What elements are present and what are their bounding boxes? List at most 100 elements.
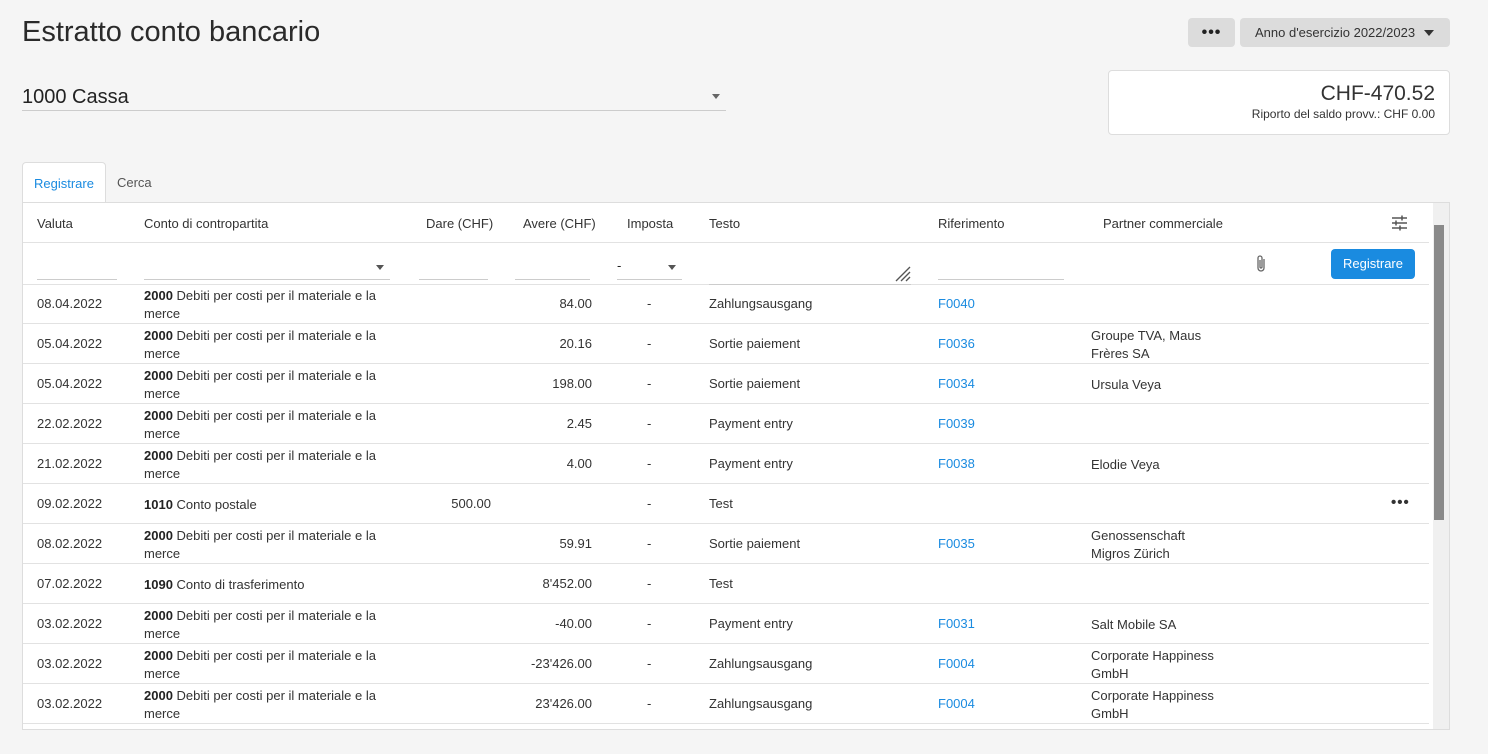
header-avere[interactable]: Avere (CHF): [523, 216, 596, 231]
header-riferimento[interactable]: Riferimento: [938, 216, 1004, 231]
table-row[interactable]: 08.02.2022 2000 Debiti per costi per il m…: [23, 524, 1429, 564]
account-input[interactable]: [144, 244, 390, 280]
account-select[interactable]: 1000 Cassa: [22, 84, 726, 111]
tab-bar: Registrare Cerca: [22, 162, 163, 203]
cell-avere: 23'426.00: [535, 696, 592, 711]
balance-amount: CHF-470.52: [1320, 82, 1435, 105]
cell-avere: 198.00: [552, 376, 592, 391]
cell-partner: Salt Mobile SA: [1091, 617, 1177, 632]
cell-avere: -23'426.00: [530, 656, 592, 671]
cell-text: Payment entry: [709, 416, 793, 431]
cell-tax: -: [647, 496, 652, 511]
cell-text: Sortie paiement: [709, 336, 801, 351]
cell-text: Payment entry: [709, 456, 793, 471]
cell-date: 08.04.2022: [37, 296, 103, 311]
header-valuta[interactable]: Valuta: [37, 216, 73, 231]
table-row[interactable]: 05.04.2022 2000 Debiti per costi per il m…: [23, 364, 1429, 404]
table-row[interactable]: 08.04.2022 2000 Debiti per costi per il m…: [23, 284, 1429, 324]
cell-reference-link[interactable]: F0035: [938, 536, 975, 551]
tab-registrare[interactable]: Registrare: [22, 162, 106, 203]
more-actions-button[interactable]: •••: [1188, 18, 1235, 47]
table-row[interactable]: 07.02.2022 1090 Conto di trasferimento 8'4…: [23, 564, 1429, 604]
cell-partner: Genossenschaft Migros Zürich: [1091, 528, 1185, 561]
resize-handle-icon[interactable]: [893, 264, 911, 282]
cell-account: 2000 Debiti per costi per il materiale e…: [144, 367, 394, 403]
cell-account: 2000 Debiti per costi per il materiale e…: [144, 327, 394, 363]
account-number: 2000: [144, 528, 173, 543]
cell-reference-link[interactable]: F0036: [938, 336, 975, 351]
cell-avere: 4.00: [566, 456, 592, 471]
cell-tax: -: [647, 336, 652, 351]
account-name: Debiti per costi per il materiale e la m…: [144, 608, 376, 641]
tab-cerca[interactable]: Cerca: [106, 162, 163, 203]
account-name: Conto postale: [176, 497, 257, 512]
table-row[interactable]: 03.02.2022 2000 Debiti per costi per il m…: [23, 644, 1429, 684]
cell-reference-link[interactable]: F0039: [938, 416, 975, 431]
cell-account: 2000 Debiti per costi per il materiale e…: [144, 287, 394, 323]
account-number: 2000: [144, 368, 173, 383]
cell-account: 2000 Debiti per costi per il materiale e…: [144, 687, 394, 723]
chevron-down-icon: [376, 265, 384, 270]
cell-avere: 8'452.00: [542, 576, 592, 591]
cell-text: Sortie paiement: [709, 536, 801, 551]
paperclip-icon[interactable]: [1253, 254, 1269, 274]
dare-input[interactable]: [419, 244, 488, 280]
table-row[interactable]: 05.04.2022 2000 Debiti per costi per il m…: [23, 324, 1429, 364]
cell-account: 1010 Conto postale: [144, 496, 394, 514]
cell-tax: -: [647, 576, 652, 591]
register-button[interactable]: Registrare: [1331, 249, 1415, 279]
balance-box: CHF-470.52 Riporto del saldo provv.: CHF…: [1108, 70, 1450, 135]
fiscal-year-dropdown[interactable]: Anno d'esercizio 2022/2023: [1240, 18, 1450, 47]
table-row[interactable]: 21.02.2022 2000 Debiti per costi per il m…: [23, 444, 1429, 484]
cell-avere: -40.00: [555, 616, 592, 631]
account-name: Debiti per costi per il materiale e la m…: [144, 448, 376, 481]
cell-date: 21.02.2022: [37, 456, 103, 471]
table-row[interactable]: [23, 724, 1429, 729]
chevron-down-icon: [668, 265, 676, 270]
cell-reference-link[interactable]: F0004: [938, 696, 975, 711]
column-settings-icon[interactable]: [1391, 215, 1408, 231]
cell-reference-link[interactable]: F0034: [938, 376, 975, 391]
cell-reference-link[interactable]: F0031: [938, 616, 975, 631]
cell-date: 22.02.2022: [37, 416, 103, 431]
cell-date: 03.02.2022: [37, 656, 103, 671]
cell-tax: -: [647, 376, 652, 391]
table-row[interactable]: 03.02.2022 2000 Debiti per costi per il m…: [23, 604, 1429, 644]
cell-reference-link[interactable]: F0040: [938, 296, 975, 311]
cell-avere: 2.45: [566, 416, 592, 431]
tax-select-value: -: [617, 258, 622, 273]
page-title: Estratto conto bancario: [22, 16, 321, 48]
cell-reference-link[interactable]: F0038: [938, 456, 975, 471]
cell-text: Sortie paiement: [709, 376, 801, 391]
avere-input[interactable]: [515, 244, 590, 280]
cell-reference-link[interactable]: F0004: [938, 656, 975, 671]
cell-date: 03.02.2022: [37, 616, 103, 631]
date-input[interactable]: [37, 244, 117, 280]
header-dare[interactable]: Dare (CHF): [426, 216, 493, 231]
account-number: 2000: [144, 608, 173, 623]
row-more-button[interactable]: •••: [1391, 494, 1410, 511]
reference-input[interactable]: [938, 244, 1064, 280]
account-name: Conto di trasferimento: [176, 577, 305, 592]
text-input[interactable]: [709, 244, 911, 285]
table-row[interactable]: 03.02.2022 2000 Debiti per costi per il m…: [23, 684, 1429, 724]
header-imposta[interactable]: Imposta: [627, 216, 673, 231]
tax-select[interactable]: -: [617, 244, 682, 280]
account-name: Debiti per costi per il materiale e la m…: [144, 648, 376, 681]
cell-text: Zahlungsausgang: [709, 296, 813, 311]
header-conto[interactable]: Conto di contropartita: [144, 216, 268, 231]
cell-date: 05.04.2022: [37, 376, 103, 391]
cell-date: 09.02.2022: [37, 496, 103, 511]
account-number: 2000: [144, 688, 173, 703]
cell-avere: 20.16: [559, 336, 592, 351]
table-row[interactable]: 22.02.2022 2000 Debiti per costi per il m…: [23, 404, 1429, 444]
header-partner[interactable]: Partner commerciale: [1103, 216, 1223, 231]
fiscal-year-label: Anno d'esercizio 2022/2023: [1255, 25, 1416, 40]
table-row[interactable]: 09.02.2022 1010 Conto postale 500.00 - Test •…: [23, 484, 1429, 524]
cell-text: Test: [709, 576, 733, 591]
chevron-down-icon: [712, 94, 720, 99]
account-number: 1010: [144, 497, 173, 512]
account-number: 2000: [144, 648, 173, 663]
scrollbar-thumb[interactable]: [1434, 225, 1444, 520]
header-testo[interactable]: Testo: [709, 216, 740, 231]
